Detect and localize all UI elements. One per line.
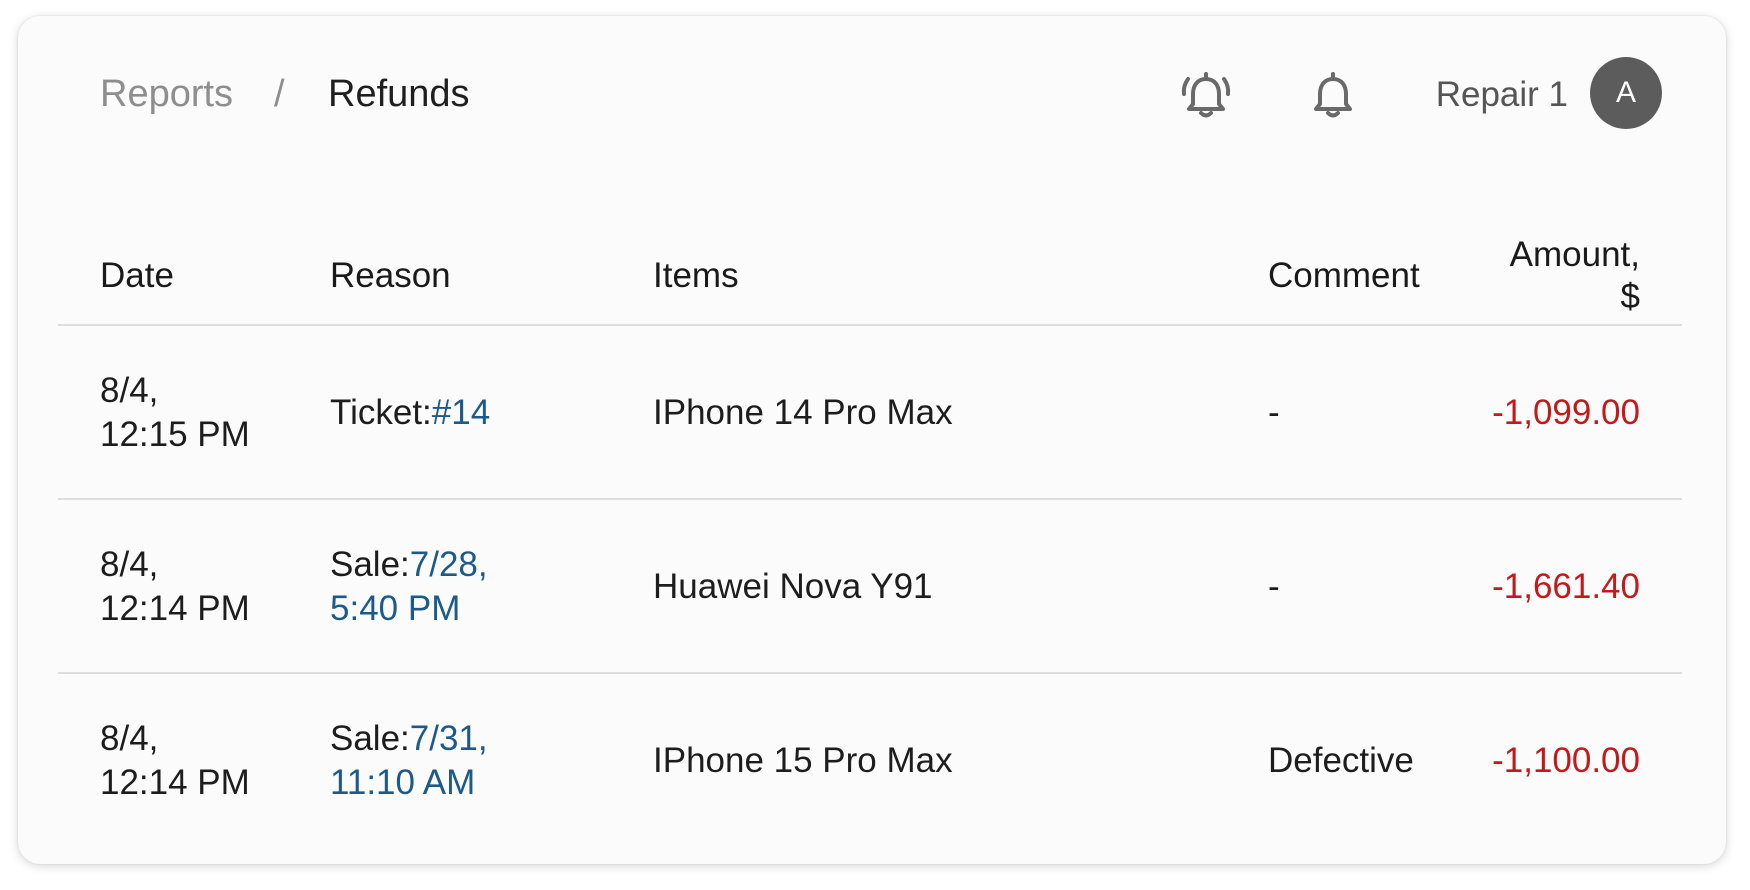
- amount-cell: -1,100.00: [1492, 741, 1640, 780]
- reason-type: Sale:: [330, 545, 410, 584]
- bell-ringing-button[interactable]: [1176, 66, 1236, 126]
- reason-type: Sale:: [330, 719, 410, 758]
- comment-cell: -: [1268, 393, 1280, 432]
- date-cell: 8/4, 12:14 PM: [100, 674, 300, 848]
- reason-cell: Sale:7/28, 5:40 PM: [330, 500, 630, 674]
- comment-cell: -: [1268, 567, 1280, 606]
- bell-ringing-icon: [1181, 72, 1231, 118]
- date-time: 12:14 PM: [100, 763, 250, 802]
- date-cell: 8/4, 12:15 PM: [100, 326, 300, 500]
- column-header-amount-unit: $: [1620, 277, 1640, 316]
- page-header: Reports / Refunds Repair 1 A: [18, 16, 1726, 176]
- breadcrumb-separator: /: [274, 73, 285, 115]
- amount-cell: -1,099.00: [1492, 393, 1640, 432]
- date-time: 12:14 PM: [100, 589, 250, 628]
- date-day: 8/4,: [100, 545, 159, 584]
- table-row[interactable]: 8/4, 12:14 PM Sale:7/31, 11:10 AM IPhone…: [58, 672, 1682, 848]
- column-header-amount-label: Amount,: [1509, 235, 1640, 274]
- items-cell: IPhone 15 Pro Max: [653, 741, 953, 780]
- table-row[interactable]: 8/4, 12:14 PM Sale:7/28, 5:40 PM Huawei …: [58, 498, 1682, 674]
- date-day: 8/4,: [100, 719, 159, 758]
- date-day: 8/4,: [100, 371, 159, 410]
- reason-cell: Ticket:#14: [330, 326, 630, 500]
- reason-cell: Sale:7/31, 11:10 AM: [330, 674, 630, 848]
- items-cell: IPhone 14 Pro Max: [653, 393, 953, 432]
- date-time: 12:15 PM: [100, 415, 250, 454]
- notifications-button[interactable]: [1303, 66, 1363, 126]
- user-name[interactable]: Repair 1: [1436, 75, 1568, 115]
- page-title: Refunds: [328, 73, 470, 115]
- bell-icon: [1314, 72, 1352, 118]
- amount-cell: -1,661.40: [1492, 567, 1640, 606]
- items-cell: Huawei Nova Y91: [653, 567, 933, 606]
- reason-type: Ticket:: [330, 393, 432, 432]
- breadcrumb-reports-link[interactable]: Reports: [100, 73, 233, 116]
- avatar[interactable]: A: [1590, 57, 1662, 129]
- reason-link[interactable]: #14: [432, 393, 490, 432]
- comment-cell: Defective: [1268, 741, 1414, 780]
- date-cell: 8/4, 12:14 PM: [100, 500, 300, 674]
- table-row[interactable]: 8/4, 12:15 PM Ticket:#14 IPhone 14 Pro M…: [58, 324, 1682, 500]
- refunds-card: Reports / Refunds Repair 1 A Date Reason…: [18, 16, 1726, 864]
